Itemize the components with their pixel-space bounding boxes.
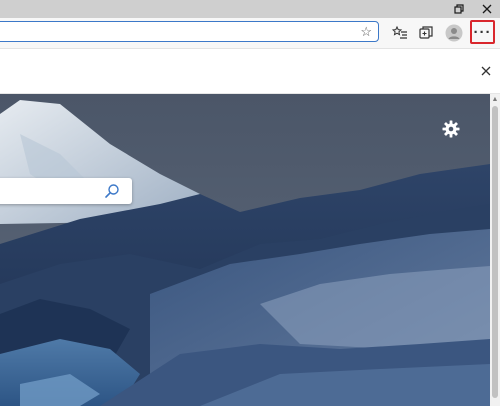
collections-icon xyxy=(419,26,433,39)
info-bar xyxy=(0,49,500,94)
background-image xyxy=(0,94,490,406)
restore-button[interactable] xyxy=(446,0,472,18)
search-input[interactable] xyxy=(4,183,94,199)
info-bar-close-button[interactable] xyxy=(478,63,494,79)
browser-toolbar: ☆ ··· xyxy=(0,18,500,49)
favorites-button[interactable] xyxy=(388,21,412,45)
close-window-button[interactable] xyxy=(474,0,500,18)
favorites-list-icon xyxy=(392,25,407,39)
close-icon xyxy=(482,4,492,14)
gear-icon xyxy=(442,120,460,138)
close-icon xyxy=(481,66,491,76)
address-input[interactable] xyxy=(3,24,343,39)
profile-button[interactable] xyxy=(442,21,466,45)
more-icon: ··· xyxy=(473,23,492,41)
web-search-box[interactable] xyxy=(0,178,132,204)
vertical-scrollbar[interactable]: ▲ xyxy=(490,94,500,406)
profile-avatar-icon xyxy=(445,24,463,42)
restore-icon xyxy=(454,4,464,14)
search-icon[interactable] xyxy=(104,183,120,199)
title-bar xyxy=(0,0,500,18)
collections-button[interactable] xyxy=(414,21,438,45)
star-icon[interactable]: ☆ xyxy=(360,23,372,40)
scroll-thumb[interactable] xyxy=(492,106,498,398)
new-tab-page xyxy=(0,94,490,406)
address-bar[interactable]: ☆ xyxy=(0,21,379,42)
settings-and-more-button[interactable]: ··· xyxy=(470,20,495,44)
page-settings-button[interactable] xyxy=(440,118,462,140)
scroll-up-arrow[interactable]: ▲ xyxy=(490,94,500,104)
